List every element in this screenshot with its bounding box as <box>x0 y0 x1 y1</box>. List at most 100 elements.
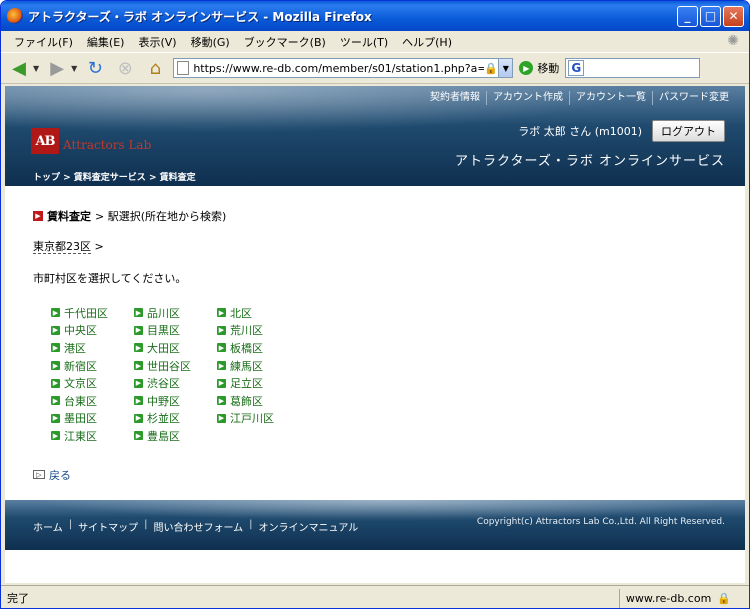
close-button[interactable]: ✕ <box>723 5 744 27</box>
site-logo[interactable]: AB Attractors Lab <box>31 128 151 154</box>
status-lock-icon[interactable]: 🔒 <box>717 592 731 605</box>
menu-view[interactable]: 表示(V) <box>131 34 183 50</box>
prefecture-link[interactable]: 東京都23区 <box>33 240 91 254</box>
ward-link[interactable]: ▶ 北区 <box>217 304 300 322</box>
ward-link[interactable]: ▶ 品川区 <box>134 304 217 322</box>
arrow-right-icon: ▶ <box>134 431 143 441</box>
arrow-right-icon: ▶ <box>217 413 226 423</box>
arrow-right-icon: ▶ <box>134 325 143 335</box>
menu-go[interactable]: 移動(G) <box>184 34 237 50</box>
ward-link[interactable]: ▶ 渋谷区 <box>134 374 217 392</box>
back-icon: ▷ <box>33 470 45 480</box>
ward-label: 墨田区 <box>64 412 97 426</box>
nav-contract-info[interactable]: 契約者情報 <box>424 91 486 105</box>
top-navigation: 契約者情報 アカウント作成 アカウント一覧 パスワード変更 <box>424 89 735 107</box>
forward-dropdown-icon[interactable]: ▼ <box>71 64 77 73</box>
ward-link[interactable]: ▶ 葛飾区 <box>217 392 300 410</box>
page-title-rest: > 駅選択(所在地から検索) <box>95 210 227 223</box>
ward-link[interactable]: ▶ 世田谷区 <box>134 357 217 375</box>
user-info: ラボ 太郎 さん (m1001) ログアウト <box>518 120 725 142</box>
logo-text: Attractors Lab <box>63 138 152 152</box>
logout-button[interactable]: ログアウト <box>652 120 725 142</box>
ward-label: 豊島区 <box>147 429 180 443</box>
arrow-right-icon: ▶ <box>134 361 143 371</box>
ward-link[interactable]: ▶ 文京区 <box>51 374 134 392</box>
footer-link-manual[interactable]: オンラインマニュアル <box>259 519 359 534</box>
ward-link[interactable]: ▶ 荒川区 <box>217 322 300 340</box>
back-dropdown-icon[interactable]: ▼ <box>33 64 39 73</box>
footer-link-sitemap[interactable]: サイトマップ <box>78 519 138 534</box>
arrow-right-icon: ▶ <box>134 343 143 353</box>
ward-label: 板橋区 <box>230 341 263 355</box>
go-button[interactable]: ▶ 移動 <box>519 60 559 76</box>
arrow-right-icon: ▶ <box>134 413 143 423</box>
menu-file[interactable]: ファイル(F) <box>7 34 80 50</box>
status-domain-panel: www.re-db.com 🔒 <box>618 588 737 608</box>
ward-label: 練馬区 <box>230 359 263 373</box>
menu-bookmarks[interactable]: ブックマーク(B) <box>237 34 333 50</box>
prefecture-line: 東京都23区 > <box>33 238 733 254</box>
copyright: Copyright(c) Attractors Lab Co.,Ltd. All… <box>476 517 725 527</box>
ward-link[interactable]: ▶ 墨田区 <box>51 410 134 428</box>
ward-link[interactable]: ▶ 杉並区 <box>134 410 217 428</box>
ward-label: 荒川区 <box>230 324 263 338</box>
arrow-right-icon: ▶ <box>134 308 143 318</box>
reload-icon[interactable]: ↻ <box>83 56 107 80</box>
forward-arrow-icon[interactable]: ▶ <box>45 56 69 80</box>
stop-icon[interactable]: ⊗ <box>113 56 137 80</box>
nav-create-account[interactable]: アカウント作成 <box>486 91 569 105</box>
nav-change-password[interactable]: パスワード変更 <box>652 91 735 105</box>
google-icon[interactable]: G <box>568 60 585 76</box>
url-text[interactable]: https://www.re-db.com/member/s01/station… <box>193 62 484 75</box>
footer-link-home[interactable]: ホーム <box>33 519 63 534</box>
ward-link[interactable]: ▶ 千代田区 <box>51 304 134 322</box>
ward-link[interactable]: ▶ 練馬区 <box>217 357 300 375</box>
status-bar: 完了 www.re-db.com 🔒 <box>1 585 749 608</box>
arrow-right-icon: ▶ <box>217 343 226 353</box>
ward-link[interactable]: ▶ 大田区 <box>134 339 217 357</box>
ward-label: 千代田区 <box>64 306 108 320</box>
menu-tools[interactable]: ツール(T) <box>333 34 395 50</box>
back-arrow-icon[interactable]: ◀ <box>7 56 31 80</box>
lock-icon[interactable]: 🔒 <box>484 62 498 75</box>
ward-link[interactable]: ▶ 中央区 <box>51 322 134 340</box>
arrow-right-icon: ▶ <box>134 378 143 388</box>
browser-window: アトラクターズ・ラボ オンラインサービス - Mozilla Firefox _… <box>0 0 750 609</box>
user-name: ラボ 太郎 さん (m1001) <box>518 125 642 138</box>
url-dropdown-icon[interactable]: ▼ <box>498 59 513 77</box>
ward-link[interactable]: ▶ 江東区 <box>51 427 134 445</box>
arrow-right-icon: ▶ <box>217 396 226 406</box>
nav-account-list[interactable]: アカウント一覧 <box>569 91 652 105</box>
ward-link[interactable]: ▶ 目黒区 <box>134 322 217 340</box>
ward-label: 江東区 <box>64 429 97 443</box>
ward-link[interactable]: ▶ 江戸川区 <box>217 410 300 428</box>
maximize-button[interactable]: □ <box>700 5 721 27</box>
arrow-right-icon: ▶ <box>51 308 60 318</box>
arrow-right-icon: ▶ <box>134 396 143 406</box>
ward-label: 目黒区 <box>147 324 180 338</box>
arrow-right-icon: ▶ <box>51 396 60 406</box>
go-arrow-icon: ▶ <box>519 61 534 75</box>
ward-label: 世田谷区 <box>147 359 191 373</box>
ward-label: 江戸川区 <box>230 412 274 426</box>
search-box[interactable]: G <box>565 58 701 78</box>
home-icon[interactable]: ⌂ <box>143 56 167 80</box>
ward-label: 杉並区 <box>147 412 180 426</box>
ward-link[interactable]: ▶ 台東区 <box>51 392 134 410</box>
ward-link[interactable]: ▶ 中野区 <box>134 392 217 410</box>
back-link[interactable]: ▷ 戻る <box>33 467 733 483</box>
ward-link[interactable]: ▶ 足立区 <box>217 374 300 392</box>
minimize-button[interactable]: _ <box>677 5 698 27</box>
ward-link[interactable]: ▶ 新宿区 <box>51 357 134 375</box>
menu-help[interactable]: ヘルプ(H) <box>395 34 459 50</box>
ward-link[interactable]: ▶ 港区 <box>51 339 134 357</box>
ward-link[interactable]: ▶ 豊島区 <box>134 427 217 445</box>
ward-label: 品川区 <box>147 306 180 320</box>
footer-link-contact[interactable]: 問い合わせフォーム <box>153 519 243 534</box>
navigation-toolbar: ◀ ▼ ▶ ▼ ↻ ⊗ ⌂ https://www.re-db.com/memb… <box>1 52 749 84</box>
page-title: ▶ 賃料査定 > 駅選択(所在地から検索) <box>33 208 733 224</box>
go-label: 移動 <box>537 62 560 75</box>
menu-edit[interactable]: 編集(E) <box>80 34 132 50</box>
url-bar[interactable]: https://www.re-db.com/member/s01/station… <box>173 58 514 78</box>
ward-link[interactable]: ▶ 板橋区 <box>217 339 300 357</box>
